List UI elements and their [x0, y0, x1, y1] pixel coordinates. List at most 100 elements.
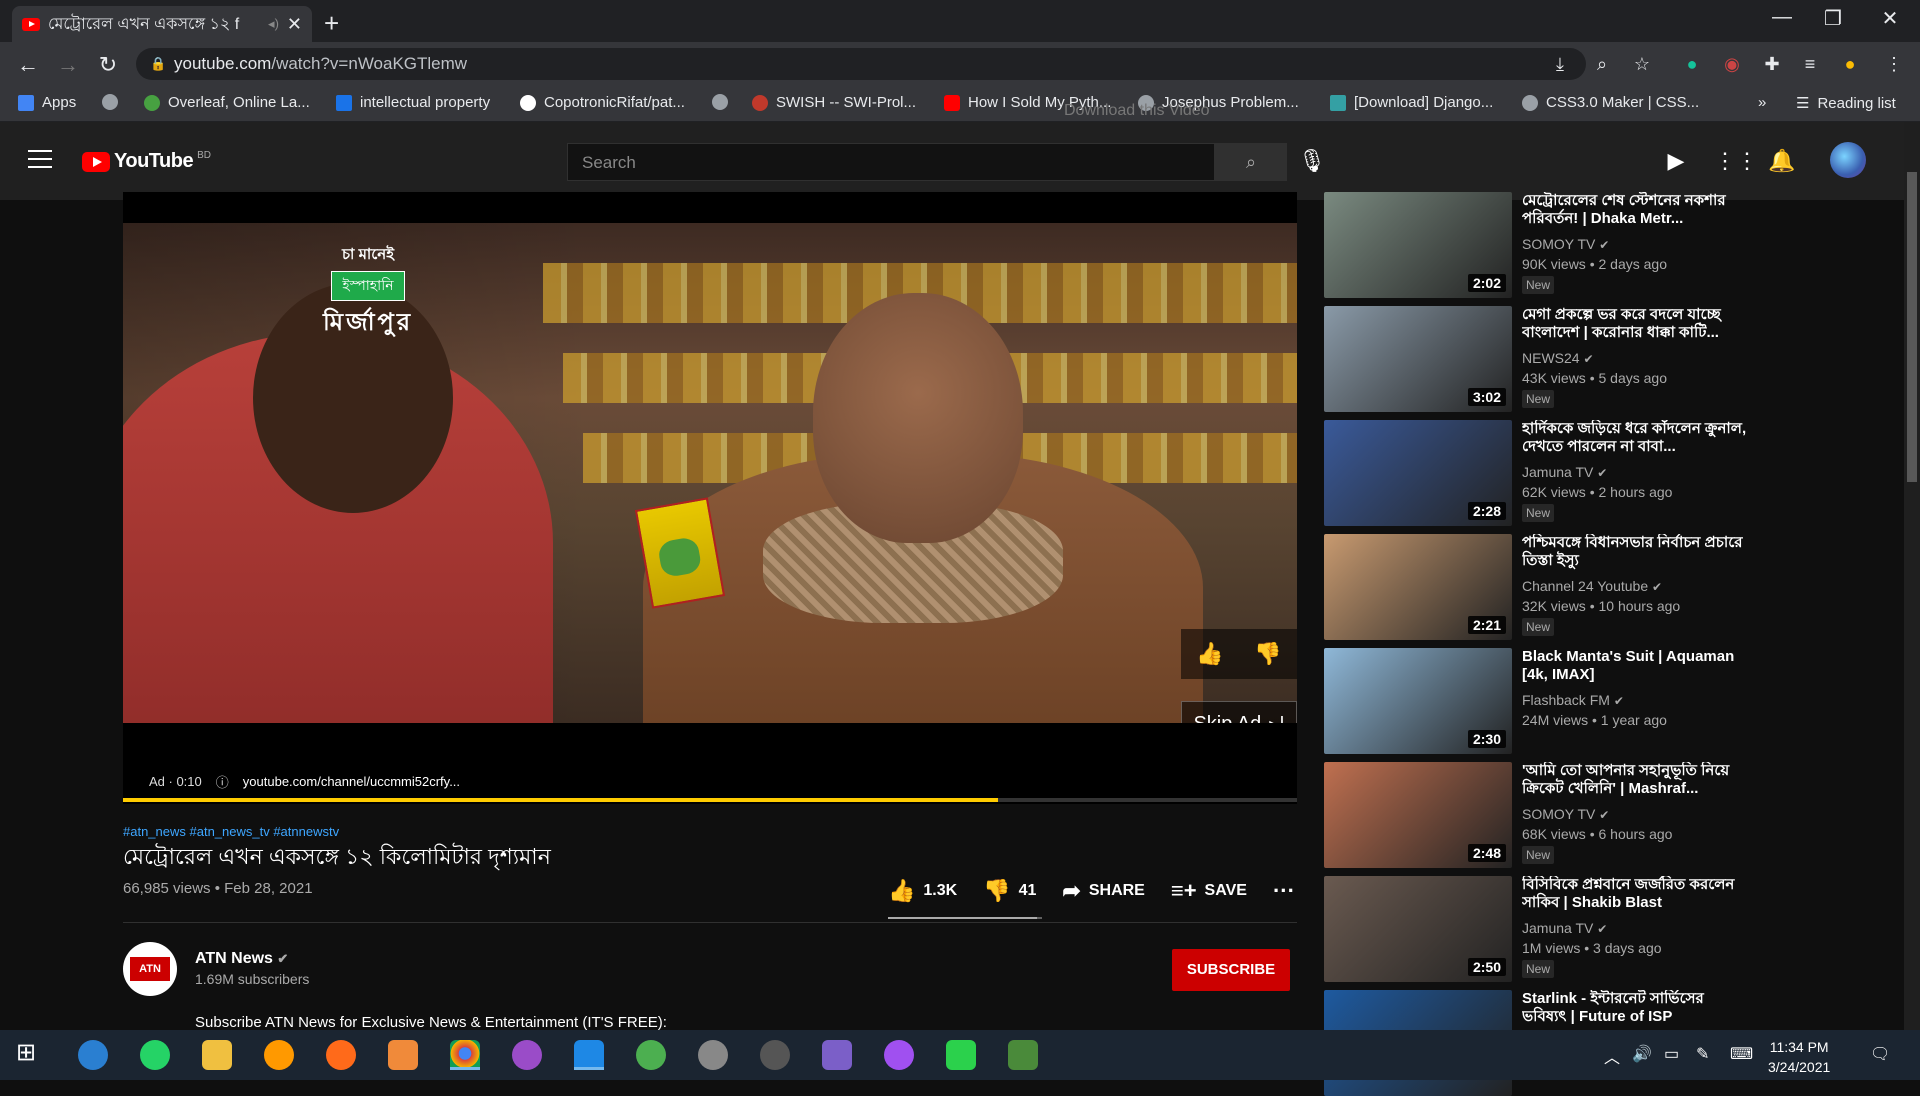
- thumbs-up-icon[interactable]: 👍: [1196, 641, 1223, 667]
- volume-icon[interactable]: 🔊: [1632, 1044, 1652, 1064]
- file-explorer-icon[interactable]: [202, 1040, 232, 1070]
- forward-icon[interactable]: →: [54, 52, 82, 78]
- recommendation-item[interactable]: 2:30 Black Manta's Suit | Aquaman [4k, IM…: [1324, 648, 1754, 754]
- system-clock[interactable]: 11:34 PM 3/24/2021: [1768, 1037, 1830, 1077]
- bookmark-django[interactable]: [Download] Django...: [1330, 94, 1493, 111]
- browser-tab-active[interactable]: মেট্রোরেল এখন একসঙ্গে ১২ f ◂) ✕: [12, 6, 312, 42]
- video-thumbnail[interactable]: 2:28: [1324, 420, 1512, 526]
- subscribe-button[interactable]: SUBSCRIBE: [1172, 949, 1290, 991]
- notifications-icon[interactable]: 🗨: [1870, 1044, 1890, 1064]
- share-button[interactable]: ➦ SHARE: [1062, 878, 1144, 904]
- new-tab-button[interactable]: +: [324, 8, 339, 39]
- messenger-icon[interactable]: [884, 1040, 914, 1070]
- recommendation-item[interactable]: 2:28 হার্দিককে জড়িয়ে ধরে কাঁদলেন ক্রুনা…: [1324, 420, 1754, 526]
- recommendation-channel[interactable]: Flashback FM ✔: [1522, 692, 1624, 708]
- profile-icon[interactable]: ●: [1838, 54, 1862, 75]
- keyboard-icon[interactable]: ⌨: [1730, 1044, 1753, 1064]
- channel-avatar[interactable]: ATN: [123, 942, 177, 996]
- recommendation-title[interactable]: মেগা প্রকল্পে ভর করে বদলে যাচ্ছে বাংলাদে…: [1522, 306, 1752, 342]
- video-thumbnail[interactable]: 2:02: [1324, 192, 1512, 298]
- recommendation-channel[interactable]: NEWS24 ✔: [1522, 350, 1594, 366]
- search-input[interactable]: Search: [567, 143, 1215, 181]
- recommendation-item[interactable]: 2:02 মেট্রোরেলের শেষ স্টেশনের নকশার পরিবর…: [1324, 192, 1754, 298]
- extension-icon[interactable]: ◉: [1720, 54, 1744, 75]
- account-avatar[interactable]: [1830, 142, 1866, 178]
- whatsapp-icon[interactable]: [140, 1040, 170, 1070]
- zoom-icon[interactable]: ⌕: [1590, 54, 1614, 75]
- microphone-icon[interactable]: 🎙: [1298, 148, 1326, 174]
- github-desktop-icon[interactable]: [512, 1040, 542, 1070]
- bookmark-apps[interactable]: Apps: [18, 94, 76, 111]
- scrollbar-thumb[interactable]: [1907, 172, 1917, 482]
- video-player[interactable]: চা মানেই ইস্পাহানি মির্জাপুর 👍 👎 Skip Ad…: [123, 192, 1297, 804]
- download-video-overlay[interactable]: Download this Video: [1064, 102, 1210, 120]
- recommendation-item[interactable]: 2:48 'আমি তো আপনার সহানুভূতি নিয়ে ক্রিকে…: [1324, 762, 1754, 868]
- save-button[interactable]: ≡+ SAVE: [1171, 878, 1247, 904]
- network-icon[interactable]: ▭: [1664, 1044, 1679, 1064]
- bookmark-intellectual-property[interactable]: intellectual property: [336, 94, 490, 111]
- media-queue-icon[interactable]: ≡: [1798, 54, 1822, 75]
- windows-start-icon[interactable]: ⊞: [16, 1038, 46, 1068]
- recommendation-item[interactable]: 2:50 বিসিবিকে প্রশ্নবানে জর্জরিত করলেন সা…: [1324, 876, 1754, 982]
- thumbs-down-icon[interactable]: 👎: [1254, 641, 1281, 667]
- search-taskbar-icon[interactable]: [78, 1040, 108, 1070]
- youtube-logo[interactable]: YouTube BD: [82, 150, 211, 173]
- minimize-icon[interactable]: —: [1762, 6, 1802, 29]
- app-icon-3[interactable]: [698, 1040, 728, 1070]
- skip-ad-button[interactable]: Skip Ad ▸|: [1181, 701, 1297, 723]
- app-icon-2[interactable]: [636, 1040, 666, 1070]
- recommendation-title[interactable]: Black Manta's Suit | Aquaman [4k, IMAX]: [1522, 648, 1752, 684]
- video-thumbnail[interactable]: 2:30: [1324, 648, 1512, 754]
- bookmark-css-maker[interactable]: CSS3.0 Maker | CSS...: [1522, 94, 1699, 111]
- vscode-icon[interactable]: [574, 1040, 604, 1070]
- recommendation-item[interactable]: 3:02 মেগা প্রকল্পে ভর করে বদলে যাচ্ছে বাং…: [1324, 306, 1754, 412]
- recommendation-title[interactable]: 'আমি তো আপনার সহানুভূতি নিয়ে ক্রিকেট খে…: [1522, 762, 1752, 798]
- firefox-icon[interactable]: [326, 1040, 356, 1070]
- sublime-icon[interactable]: [388, 1040, 418, 1070]
- scrollbar[interactable]: [1904, 122, 1920, 1030]
- hashtags[interactable]: #atn_news #atn_news_tv #atnnewstv: [123, 824, 339, 839]
- dislike-button[interactable]: 👎 41: [983, 878, 1036, 904]
- app-icon-4[interactable]: [760, 1040, 790, 1070]
- notifications-bell-icon[interactable]: 🔔: [1768, 148, 1796, 174]
- pen-icon[interactable]: ✎: [1696, 1044, 1709, 1064]
- recommendation-channel[interactable]: Channel 24 Youtube ✔: [1522, 578, 1662, 594]
- bookmark-globe-2[interactable]: [712, 94, 728, 110]
- tray-chevron-icon[interactable]: ︿: [1604, 1044, 1620, 1068]
- more-bookmarks-button[interactable]: »: [1758, 94, 1766, 111]
- recommendation-item[interactable]: Starlink - ইন্টারনেট সার্ভিসের ভবিষ্যৎ |…: [1324, 990, 1754, 1096]
- recommendation-title[interactable]: বিসিবিকে প্রশ্নবানে জর্জরিত করলেন সাকিব …: [1522, 876, 1752, 912]
- ad-progress-bar[interactable]: [123, 798, 1297, 802]
- recommendation-item[interactable]: 2:21 পশ্চিমবঙ্গে বিধানসভার নির্বাচন প্রচা…: [1324, 534, 1754, 640]
- bookmark-github[interactable]: CopotronicRifat/pat...: [520, 94, 685, 111]
- reload-icon[interactable]: ↻: [94, 52, 122, 78]
- chrome-menu-icon[interactable]: ⋮: [1882, 54, 1906, 75]
- chrome-taskbar-icon[interactable]: [450, 1040, 480, 1070]
- video-thumbnail[interactable]: 3:02: [1324, 306, 1512, 412]
- menu-icon[interactable]: [28, 150, 52, 174]
- maximize-icon[interactable]: ❐: [1813, 6, 1853, 31]
- app-icon[interactable]: [264, 1040, 294, 1070]
- recommendation-title[interactable]: মেট্রোরেলের শেষ স্টেশনের নকশার পরিবর্তন!…: [1522, 192, 1752, 228]
- channel-name[interactable]: ATN News ✔: [195, 950, 288, 968]
- bookmark-globe[interactable]: [102, 94, 118, 110]
- ad-url-link[interactable]: youtube.com/channel/uccmmi52crfy...: [243, 774, 460, 789]
- bookmark-star-icon[interactable]: ☆: [1630, 54, 1654, 75]
- extensions-puzzle-icon[interactable]: ✚: [1760, 54, 1784, 75]
- bookmark-swish[interactable]: SWISH -- SWI-Prol...: [752, 94, 916, 111]
- tab-close-icon[interactable]: ✕: [287, 14, 302, 35]
- reading-list-button[interactable]: ☰ Reading list: [1796, 94, 1896, 113]
- recommendation-title[interactable]: পশ্চিমবঙ্গে বিধানসভার নির্বাচন প্রচারে ত…: [1522, 534, 1752, 570]
- app-icon-5[interactable]: [1008, 1040, 1038, 1070]
- recommendation-channel[interactable]: SOMOY TV ✔: [1522, 236, 1609, 252]
- recommendation-title[interactable]: হার্দিককে জড়িয়ে ধরে কাঁদলেন ক্রুনাল, দ…: [1522, 420, 1752, 456]
- video-frame[interactable]: চা মানেই ইস্পাহানি মির্জাপুর 👍 👎 Skip Ad…: [123, 223, 1297, 723]
- recommendation-channel[interactable]: Jamuna TV ✔: [1522, 464, 1607, 480]
- pycharm-icon[interactable]: [946, 1040, 976, 1070]
- info-icon[interactable]: ⓘ: [216, 772, 229, 791]
- back-icon[interactable]: ←: [14, 52, 42, 78]
- audio-icon[interactable]: ◂): [268, 16, 279, 32]
- more-actions-button[interactable]: ···: [1273, 878, 1295, 904]
- apps-grid-icon[interactable]: ⋮⋮: [1714, 148, 1758, 174]
- grammarly-icon[interactable]: ●: [1680, 54, 1704, 75]
